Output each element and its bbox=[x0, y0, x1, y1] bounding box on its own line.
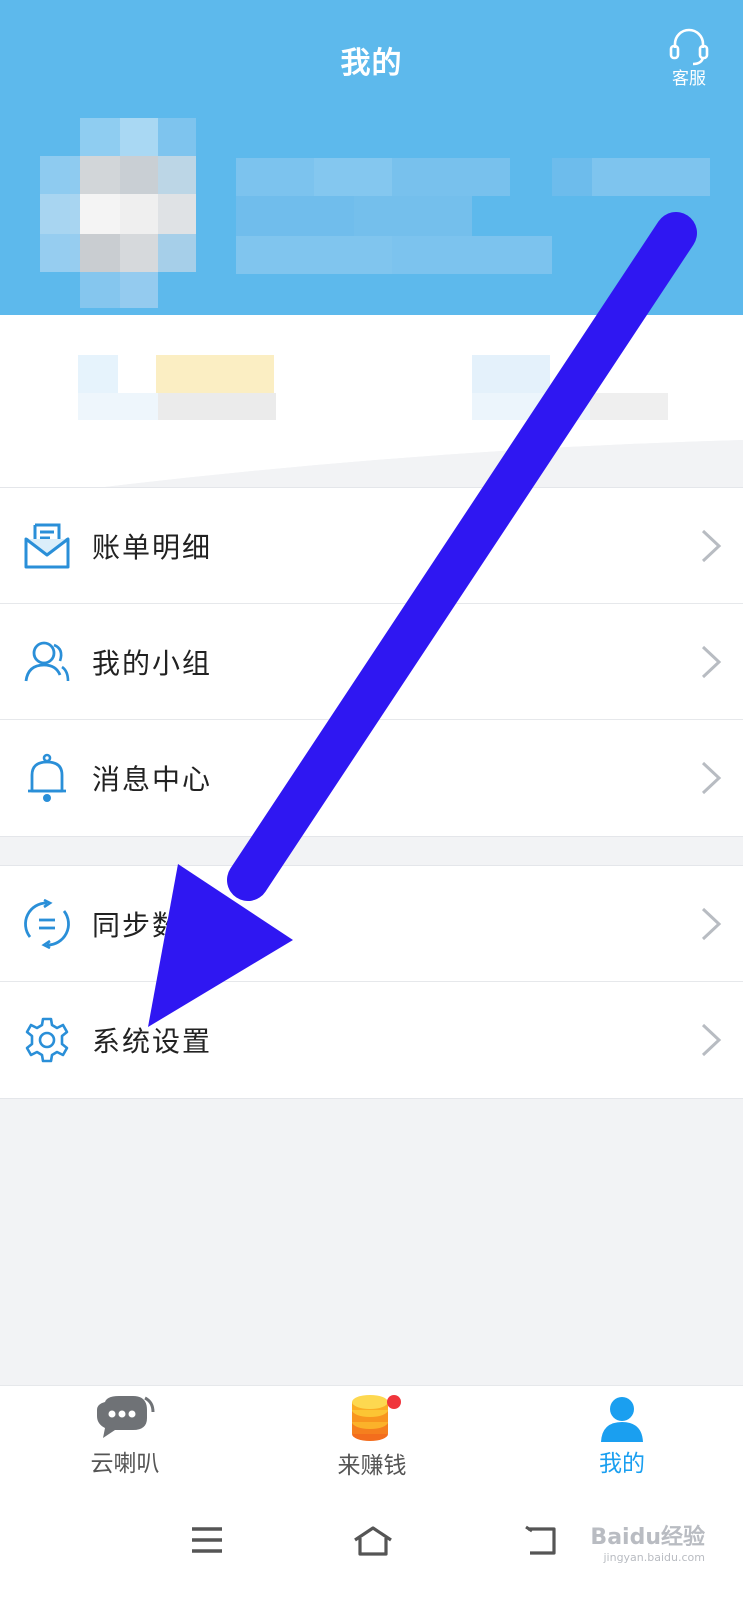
tab-earn-money[interactable]: 来赚钱 bbox=[292, 1394, 452, 1480]
menu-icon[interactable] bbox=[190, 1525, 224, 1555]
person-icon bbox=[601, 1397, 643, 1442]
sync-icon bbox=[24, 899, 70, 949]
back-icon[interactable] bbox=[522, 1525, 558, 1557]
menu-item-message-center[interactable]: 消息中心 bbox=[0, 720, 743, 836]
home-icon[interactable] bbox=[352, 1525, 394, 1557]
headset-icon bbox=[669, 28, 709, 66]
menu-item-label: 同步数据 bbox=[92, 909, 213, 942]
menu-item-label: 系统设置 bbox=[92, 1025, 213, 1058]
chevron-right-icon bbox=[701, 761, 722, 795]
menu-group-primary: 账单明细 我的小组 消息中心 bbox=[0, 487, 743, 837]
watermark-url: jingyan.baidu.com bbox=[603, 1551, 705, 1564]
menu-group-secondary: 同步数据 系统设置 bbox=[0, 865, 743, 1099]
group-users-icon bbox=[24, 641, 70, 682]
bill-envelope-icon bbox=[24, 523, 70, 569]
customer-service-label: 客服 bbox=[672, 69, 706, 89]
profile-header: 我的 客服 bbox=[0, 0, 743, 315]
menu-item-bill-details[interactable]: 账单明细 bbox=[0, 488, 743, 604]
watermark-text: Baidu经验 bbox=[590, 1525, 705, 1550]
chevron-right-icon bbox=[701, 645, 722, 679]
tab-mine[interactable]: 我的 bbox=[542, 1394, 702, 1478]
menu-item-label: 我的小组 bbox=[92, 647, 213, 680]
tab-label: 云喇叭 bbox=[90, 1451, 160, 1477]
bell-icon bbox=[28, 753, 66, 802]
gear-icon bbox=[25, 1017, 69, 1063]
menu-item-sync-data[interactable]: 同步数据 bbox=[0, 866, 743, 982]
chevron-right-icon bbox=[701, 1023, 722, 1057]
menu-item-label: 账单明细 bbox=[92, 531, 213, 564]
bottom-tab-bar: 云喇叭 来赚钱 我的 bbox=[0, 1385, 743, 1496]
system-nav-bar: Baidu经验 jingyan.baidu.com bbox=[0, 1495, 743, 1600]
chevron-right-icon bbox=[701, 529, 722, 563]
tab-label: 来赚钱 bbox=[337, 1453, 407, 1479]
tab-label: 我的 bbox=[599, 1451, 645, 1477]
account-stats-panel bbox=[0, 315, 743, 435]
customer-service-button[interactable]: 客服 bbox=[659, 26, 719, 89]
menu-item-label: 消息中心 bbox=[92, 763, 213, 796]
tab-yun-laba[interactable]: 云喇叭 bbox=[45, 1394, 205, 1478]
chat-bubble-icon bbox=[97, 1396, 155, 1438]
menu-item-system-settings[interactable]: 系统设置 bbox=[0, 982, 743, 1098]
menu-item-my-group[interactable]: 我的小组 bbox=[0, 604, 743, 720]
watermark: Baidu经验 jingyan.baidu.com bbox=[590, 1519, 705, 1564]
page-title: 我的 bbox=[340, 46, 403, 81]
chevron-right-icon bbox=[701, 907, 722, 941]
coin-stack-icon bbox=[352, 1395, 401, 1441]
